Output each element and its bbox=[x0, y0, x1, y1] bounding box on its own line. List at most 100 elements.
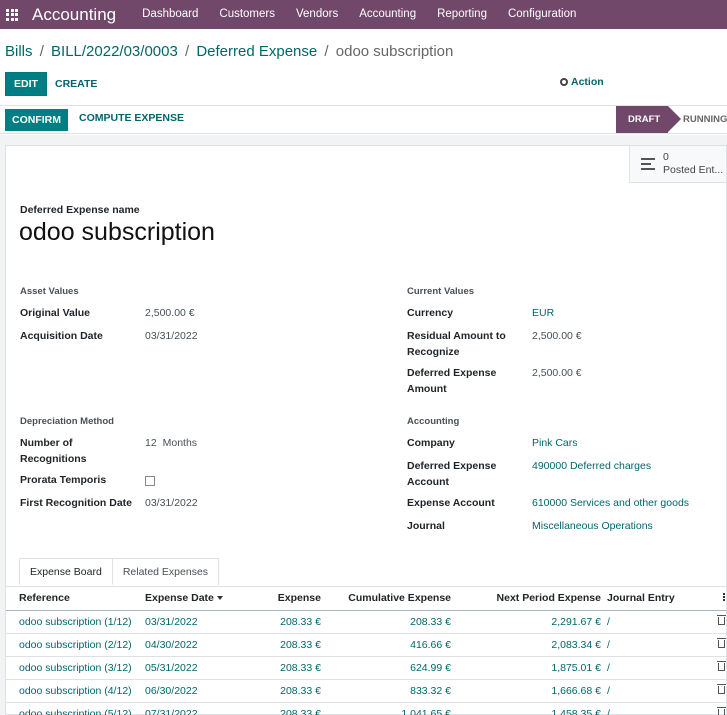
menu-reporting[interactable]: Reporting bbox=[427, 0, 498, 29]
journal-label: Journal bbox=[407, 520, 445, 532]
cell-cumulative: 624.99 € bbox=[324, 656, 454, 680]
table-row[interactable]: odoo subscription (5/12) 07/31/2022 208.… bbox=[6, 702, 727, 715]
col-next-period-expense[interactable]: Next Period Expense bbox=[454, 587, 604, 611]
cell-cumulative: 1,041.65 € bbox=[324, 702, 454, 715]
cell-expense: 208.33 € bbox=[238, 702, 324, 715]
cell-expense-date: 03/31/2022 bbox=[142, 610, 238, 634]
cell-reference: odoo subscription (3/12) bbox=[6, 656, 142, 680]
trash-icon bbox=[717, 706, 726, 715]
prorata-label: Prorata Temporis bbox=[20, 474, 107, 486]
first-recognition-date-field[interactable]: 03/31/2022 bbox=[145, 495, 198, 511]
edit-button[interactable]: EDIT bbox=[5, 72, 47, 96]
delete-row-button[interactable] bbox=[704, 610, 727, 634]
delete-row-button[interactable] bbox=[704, 633, 727, 657]
col-cumulative-expense[interactable]: Cumulative Expense bbox=[324, 587, 454, 611]
table-row[interactable]: odoo subscription (1/12) 03/31/2022 208.… bbox=[6, 610, 727, 634]
compute-expense-button[interactable]: COMPUTE EXPENSE bbox=[79, 112, 184, 124]
cell-expense: 208.33 € bbox=[238, 610, 324, 634]
menu-dashboard[interactable]: Dashboard bbox=[124, 0, 209, 29]
original-value-label: Original Value bbox=[20, 307, 91, 319]
cell-journal-entry[interactable]: / bbox=[604, 656, 704, 680]
cell-next-period: 1,875.01 € bbox=[454, 656, 604, 680]
posted-entries-label: Posted Ent... bbox=[663, 164, 724, 176]
expense-account-field[interactable]: 610000 Services and other goods bbox=[532, 495, 689, 511]
breadcrumb: Bills / BILL/2022/03/0003 / Deferred Exp… bbox=[5, 43, 453, 60]
cell-expense: 208.33 € bbox=[238, 679, 324, 703]
form-sheet: 0 Posted Ent... Deferred Expense name od… bbox=[5, 145, 727, 715]
deferred-amount-label: Deferred Expense Amount bbox=[407, 367, 497, 395]
cell-next-period: 2,083.34 € bbox=[454, 633, 604, 657]
name-label: Deferred Expense name bbox=[20, 204, 140, 216]
cell-expense-date: 04/30/2022 bbox=[142, 633, 238, 657]
menu-customers[interactable]: Customers bbox=[209, 0, 286, 29]
menu-configuration[interactable]: Configuration bbox=[497, 0, 586, 29]
prorata-checkbox[interactable] bbox=[145, 476, 155, 486]
cell-journal-entry[interactable]: / bbox=[604, 610, 704, 634]
recognitions-count[interactable]: 12 bbox=[145, 437, 157, 449]
table-row[interactable]: odoo subscription (3/12) 05/31/2022 208.… bbox=[6, 656, 727, 680]
journal-field[interactable]: Miscellaneous Operations bbox=[532, 518, 653, 534]
apps-grid-icon[interactable] bbox=[6, 8, 18, 21]
top-navbar: Accounting Dashboard Customers Vendors A… bbox=[0, 0, 727, 29]
group-asset-values: Asset Values bbox=[20, 286, 79, 297]
first-recognition-date-label: First Recognition Date bbox=[20, 497, 133, 509]
group-accounting: Accounting bbox=[407, 416, 460, 427]
currency-label: Currency bbox=[407, 307, 454, 319]
notebook-tabs: Expense Board Related Expenses bbox=[19, 558, 220, 585]
group-depreciation-method: Depreciation Method bbox=[20, 416, 114, 427]
trash-icon bbox=[717, 637, 726, 648]
cell-cumulative: 833.32 € bbox=[324, 679, 454, 703]
company-field[interactable]: Pink Cars bbox=[532, 435, 578, 451]
currency-field[interactable]: EUR bbox=[532, 305, 554, 321]
deferred-account-field[interactable]: 490000 Deferred charges bbox=[532, 458, 651, 474]
recognitions-field[interactable]: 12 Months bbox=[145, 435, 197, 451]
optional-columns-toggle[interactable] bbox=[704, 587, 727, 611]
bars-icon bbox=[641, 158, 655, 170]
posted-entries-count: 0 bbox=[663, 151, 669, 163]
table-row[interactable]: odoo subscription (4/12) 06/30/2022 208.… bbox=[6, 679, 727, 703]
tab-expense-board[interactable]: Expense Board bbox=[19, 558, 113, 585]
cell-expense-date: 06/30/2022 bbox=[142, 679, 238, 703]
original-value-field[interactable]: 2,500.00 € bbox=[145, 305, 195, 321]
cell-expense: 208.33 € bbox=[238, 633, 324, 657]
cell-journal-entry[interactable]: / bbox=[604, 679, 704, 703]
name-field[interactable]: odoo subscription bbox=[19, 218, 215, 247]
delete-row-button[interactable] bbox=[704, 656, 727, 680]
expense-board-table: Reference Expense Date Expense Cumulativ… bbox=[6, 586, 727, 715]
col-expense-date[interactable]: Expense Date bbox=[142, 587, 238, 611]
cell-next-period: 1,666.68 € bbox=[454, 679, 604, 703]
acquisition-date-field[interactable]: 03/31/2022 bbox=[145, 328, 198, 344]
menu-accounting[interactable]: Accounting bbox=[349, 0, 427, 29]
posted-entries-button[interactable]: 0 Posted Ent... bbox=[629, 146, 726, 183]
cell-cumulative: 208.33 € bbox=[324, 610, 454, 634]
breadcrumb-deferred-expense[interactable]: Deferred Expense bbox=[196, 43, 317, 60]
action-button[interactable]: Action bbox=[560, 76, 604, 88]
app-title[interactable]: Accounting bbox=[32, 5, 116, 25]
col-journal-entry[interactable]: Journal Entry bbox=[604, 587, 704, 611]
menu-vendors[interactable]: Vendors bbox=[286, 0, 349, 29]
delete-row-button[interactable] bbox=[704, 679, 727, 703]
breadcrumb-separator: / bbox=[324, 43, 329, 60]
create-button[interactable]: CREATE bbox=[55, 72, 97, 96]
breadcrumb-bills[interactable]: Bills bbox=[5, 43, 33, 60]
col-expense[interactable]: Expense bbox=[238, 587, 324, 611]
status-running[interactable]: RUNNING bbox=[683, 106, 727, 133]
delete-row-button[interactable] bbox=[704, 702, 727, 715]
sort-desc-icon bbox=[216, 596, 223, 601]
col-reference[interactable]: Reference bbox=[6, 587, 142, 611]
residual-amount-field: 2,500.00 € bbox=[532, 330, 582, 342]
acquisition-date-label: Acquisition Date bbox=[20, 330, 103, 342]
breadcrumb-bill[interactable]: BILL/2022/03/0003 bbox=[51, 43, 178, 60]
residual-amount-label: Residual Amount to Recognize bbox=[407, 330, 506, 358]
tab-related-expenses[interactable]: Related Expenses bbox=[112, 558, 220, 585]
table-row[interactable]: odoo subscription (2/12) 04/30/2022 208.… bbox=[6, 633, 727, 657]
cell-journal-entry[interactable]: / bbox=[604, 702, 704, 715]
cell-next-period: 2,291.67 € bbox=[454, 610, 604, 634]
table-header-row: Reference Expense Date Expense Cumulativ… bbox=[6, 587, 727, 611]
cell-journal-entry[interactable]: / bbox=[604, 633, 704, 657]
confirm-button[interactable]: CONFIRM bbox=[5, 109, 68, 131]
cell-expense: 208.33 € bbox=[238, 656, 324, 680]
cell-next-period: 1,458.35 € bbox=[454, 702, 604, 715]
expense-account-label: Expense Account bbox=[407, 497, 495, 509]
recognitions-unit[interactable]: Months bbox=[163, 437, 197, 449]
